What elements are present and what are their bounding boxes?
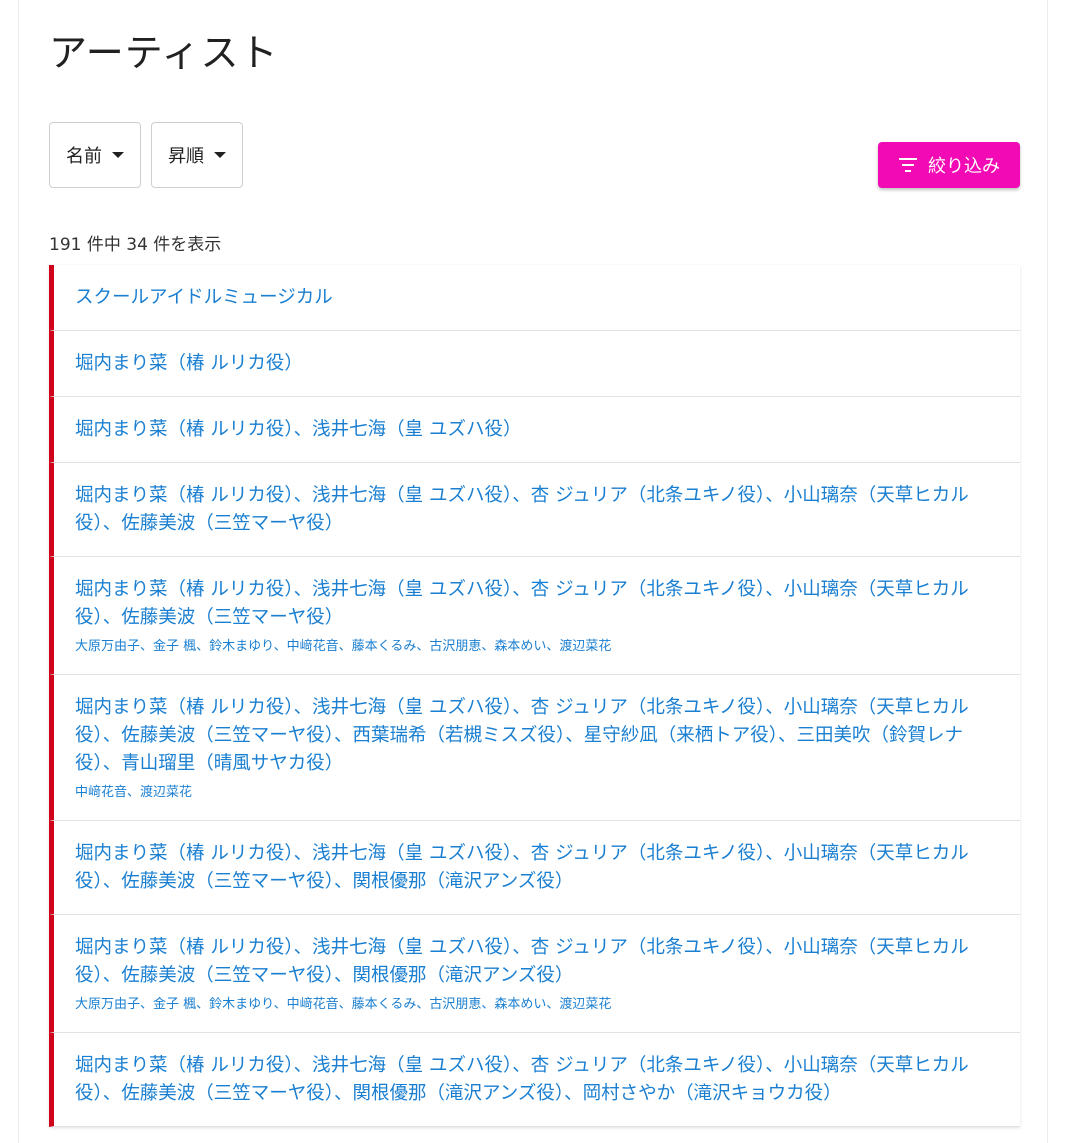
list-item[interactable]: スクールアイドルミュージカル [49, 265, 1020, 331]
artist-link[interactable]: 堀内まり菜（椿 ルリカ役）、浅井七海（皇 ユズハ役）、杏 ジュリア（北条ユキノ役… [75, 840, 996, 896]
caret-down-icon [214, 152, 226, 158]
sort-field-dropdown[interactable]: 名前 [49, 122, 141, 188]
list-item[interactable]: 堀内まり菜（椿 ルリカ役）、浅井七海（皇 ユズハ役）、杏 ジュリア（北条ユキノ役… [49, 557, 1020, 675]
list-item[interactable]: 堀内まり菜（椿 ルリカ役）、浅井七海（皇 ユズハ役）、杏 ジュリア（北条ユキノ役… [49, 1033, 1020, 1127]
artist-link[interactable]: 堀内まり菜（椿 ルリカ役） [75, 350, 996, 378]
artist-link[interactable]: 堀内まり菜（椿 ルリカ役）、浅井七海（皇 ユズハ役）、杏 ジュリア（北条ユキノ役… [75, 482, 996, 538]
result-count: 191 件中 34 件を表示 [49, 235, 222, 255]
filter-button[interactable]: 絞り込み [878, 142, 1020, 188]
artist-list: スクールアイドルミュージカル 堀内まり菜（椿 ルリカ役） 堀内まり菜（椿 ルリカ… [49, 265, 1020, 1127]
artist-members: 中﨑花音、渡辺菜花 [75, 785, 193, 800]
artist-link[interactable]: 堀内まり菜（椿 ルリカ役）、浅井七海（皇 ユズハ役）、杏 ジュリア（北条ユキノ役… [75, 934, 996, 990]
list-item[interactable]: 堀内まり菜（椿 ルリカ役）、浅井七海（皇 ユズハ役）、杏 ジュリア（北条ユキノ役… [49, 821, 1020, 915]
artist-link[interactable]: 堀内まり菜（椿 ルリカ役）、浅井七海（皇 ユズハ役）、杏 ジュリア（北条ユキノ役… [75, 1052, 996, 1108]
list-item[interactable]: 堀内まり菜（椿 ルリカ役）、浅井七海（皇 ユズハ役）、杏 ジュリア（北条ユキノ役… [49, 463, 1020, 557]
artist-link[interactable]: 堀内まり菜（椿 ルリカ役）、浅井七海（皇 ユズハ役）、杏 ジュリア（北条ユキノ役… [75, 576, 996, 632]
artist-members: 大原万由子、金子 楓、鈴木まゆり、中﨑花音、藤本くるみ、古沢朋恵、森本めい、渡辺… [75, 639, 612, 654]
list-item[interactable]: 堀内まり菜（椿 ルリカ役）、浅井七海（皇 ユズハ役） [49, 397, 1020, 463]
sort-field-label: 名前 [66, 146, 102, 167]
list-item[interactable]: 堀内まり菜（椿 ルリカ役） [49, 331, 1020, 397]
filter-icon [898, 156, 918, 174]
filter-button-label: 絞り込み [928, 156, 1000, 177]
artist-link[interactable]: 堀内まり菜（椿 ルリカ役）、浅井七海（皇 ユズハ役） [75, 416, 996, 444]
artist-link[interactable]: 堀内まり菜（椿 ルリカ役）、浅井七海（皇 ユズハ役）、杏 ジュリア（北条ユキノ役… [75, 694, 996, 778]
artist-members: 大原万由子、金子 楓、鈴木まゆり、中﨑花音、藤本くるみ、古沢朋恵、森本めい、渡辺… [75, 997, 612, 1012]
sort-order-label: 昇順 [168, 146, 204, 167]
list-item[interactable]: 堀内まり菜（椿 ルリカ役）、浅井七海（皇 ユズハ役）、杏 ジュリア（北条ユキノ役… [49, 675, 1020, 821]
sort-order-dropdown[interactable]: 昇順 [151, 122, 243, 188]
list-item[interactable]: 堀内まり菜（椿 ルリカ役）、浅井七海（皇 ユズハ役）、杏 ジュリア（北条ユキノ役… [49, 915, 1020, 1033]
page-title: アーティスト [49, 31, 279, 75]
caret-down-icon [112, 152, 124, 158]
content-card: アーティスト 名前 昇順 絞り込み 191 件中 34 件を表示 スクールアイド… [18, 0, 1048, 1143]
artist-link[interactable]: スクールアイドルミュージカル [75, 284, 996, 312]
